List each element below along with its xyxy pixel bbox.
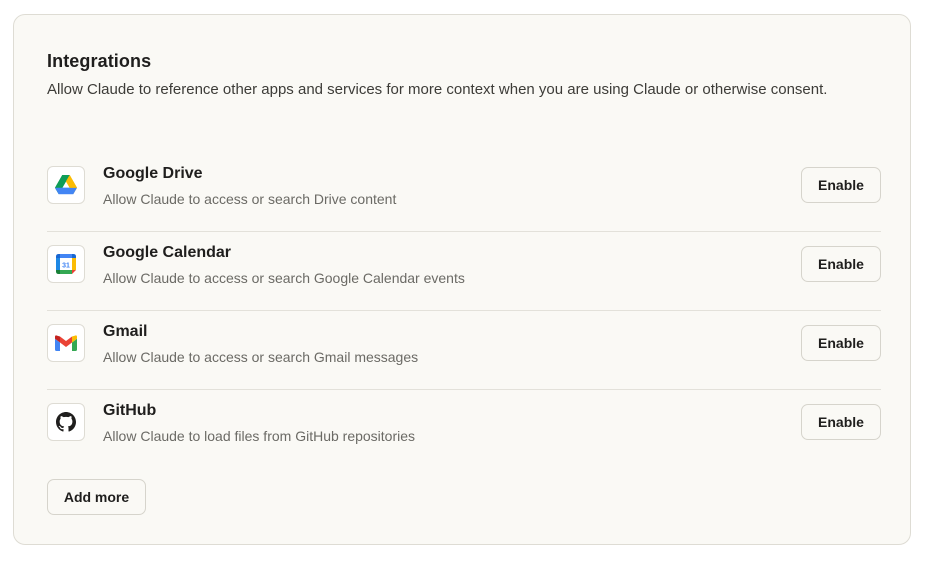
integration-name: GitHub — [103, 402, 157, 419]
integration-row-github: GitHub Allow Claude to load files from G… — [47, 390, 881, 468]
integrations-list: Google Drive Allow Claude to access or s… — [47, 153, 881, 468]
integration-name: Google Calendar — [103, 244, 232, 261]
google-drive-icon — [47, 166, 85, 204]
section-description: Allow Claude to reference other apps and… — [47, 81, 828, 98]
integrations-card: Integrations Allow Claude to reference o… — [13, 14, 911, 545]
integration-description: Allow Claude to access or search Gmail m… — [103, 349, 419, 365]
enable-google-drive-button[interactable]: Enable — [801, 167, 881, 203]
section-title: Integrations — [47, 51, 152, 71]
google-calendar-icon: 31 — [47, 245, 85, 283]
integration-name: Google Drive — [103, 165, 203, 182]
add-more-button[interactable]: Add more — [47, 479, 146, 515]
calendar-date-text: 31 — [62, 262, 70, 269]
github-icon — [47, 403, 85, 441]
integration-row-google-drive: Google Drive Allow Claude to access or s… — [47, 153, 881, 232]
integration-row-google-calendar: 31 Google Calendar Allow Claude to acces… — [47, 232, 881, 311]
integration-row-gmail: Gmail Allow Claude to access or search G… — [47, 311, 881, 390]
integration-description: Allow Claude to access or search Drive c… — [103, 191, 397, 207]
enable-gmail-button[interactable]: Enable — [801, 325, 881, 361]
integration-description: Allow Claude to load files from GitHub r… — [103, 428, 416, 444]
enable-google-calendar-button[interactable]: Enable — [801, 246, 881, 282]
gmail-icon — [47, 324, 85, 362]
integration-description: Allow Claude to access or search Google … — [103, 270, 465, 286]
integration-name: Gmail — [103, 323, 148, 340]
enable-github-button[interactable]: Enable — [801, 404, 881, 440]
